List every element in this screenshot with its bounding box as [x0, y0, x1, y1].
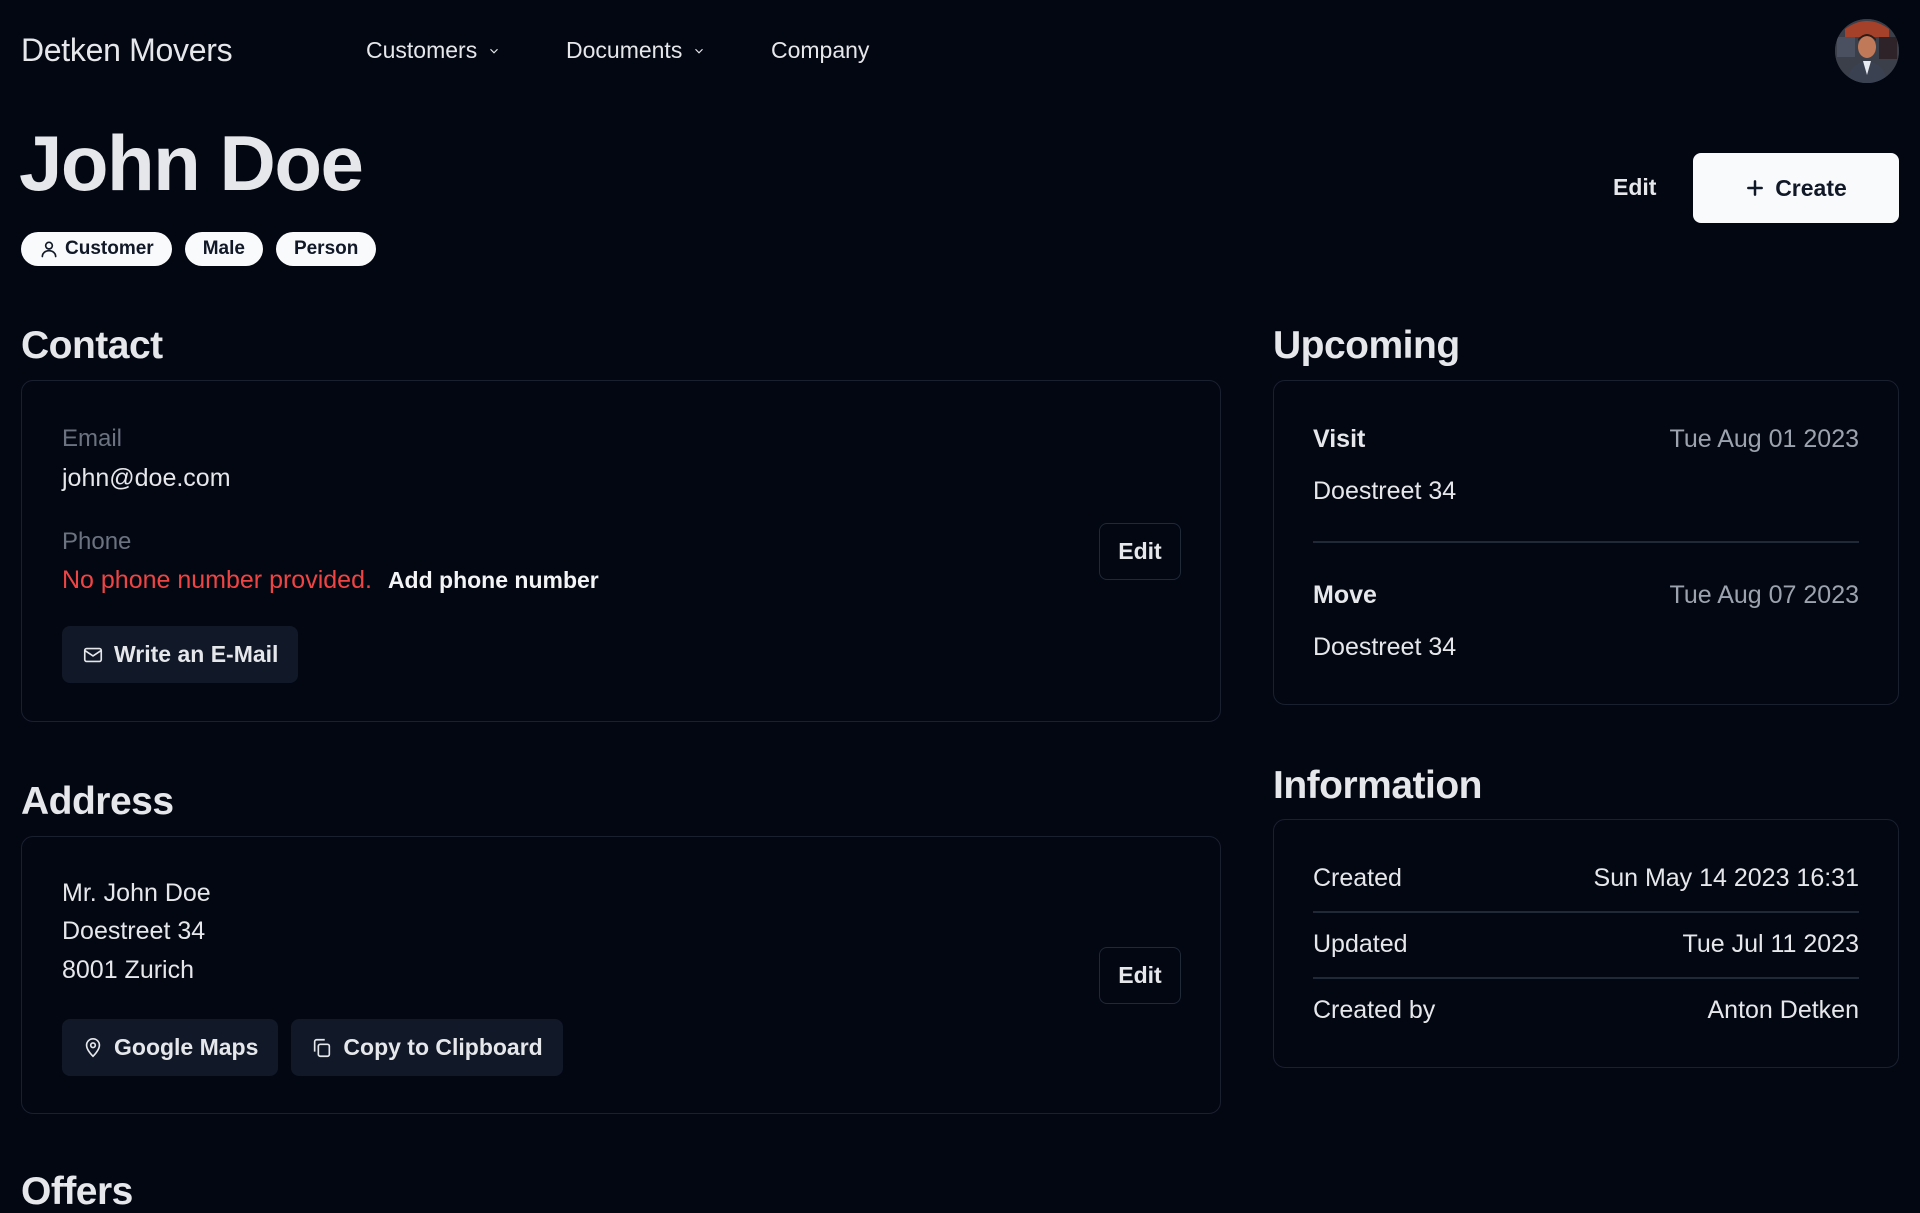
- badge-male: Male: [184, 232, 263, 266]
- address-actions: Google Maps Copy to Clipboard: [62, 1019, 563, 1076]
- edit-contact-button[interactable]: Edit: [1099, 523, 1181, 580]
- address-line-city: 8001 Zurich: [62, 956, 195, 984]
- info-value: Anton Detken: [1707, 996, 1860, 1024]
- info-value: Sun May 14 2023 16:31: [1593, 864, 1859, 892]
- email-label: Email: [62, 425, 123, 452]
- upcoming-date: Tue Aug 07 2023: [1669, 581, 1859, 609]
- info-row-updated: Updated Tue Jul 11 2023: [1313, 930, 1859, 959]
- page-title: John Doe: [19, 119, 364, 207]
- badge-person: Person: [275, 232, 377, 266]
- copy-icon: [314, 1038, 331, 1057]
- address-heading: Address: [21, 780, 174, 823]
- upcoming-address: Doestreet 34: [1313, 633, 1457, 661]
- upcoming-type: Visit: [1313, 425, 1366, 453]
- badge-customer: Customer: [21, 232, 172, 266]
- upcoming-item[interactable]: Move Tue Aug 07 2023: [1313, 581, 1859, 610]
- create-button[interactable]: Create: [1693, 153, 1899, 223]
- avatar[interactable]: [1835, 19, 1899, 83]
- upcoming-heading: Upcoming: [1273, 324, 1460, 367]
- offers-heading: Offers: [21, 1170, 133, 1213]
- avatar-image: [1835, 19, 1899, 83]
- badge-label: Person: [293, 238, 359, 259]
- upcoming-divider: [1313, 541, 1859, 543]
- information-card: Created Sun May 14 2023 16:31 Updated Tu…: [1273, 819, 1899, 1068]
- google-maps-label: Google Maps: [114, 1034, 259, 1060]
- write-email-label: Write an E-Mail: [114, 641, 279, 667]
- plus-icon: [1747, 180, 1764, 196]
- add-phone-link[interactable]: Add phone number: [388, 567, 599, 594]
- nav-documents[interactable]: Documents: [566, 37, 706, 64]
- badge-list: Customer Male Person: [21, 232, 377, 266]
- google-maps-button[interactable]: Google Maps: [62, 1019, 279, 1076]
- upcoming-date: Tue Aug 01 2023: [1669, 425, 1859, 453]
- phone-missing-text: No phone number provided.: [62, 566, 372, 594]
- info-row-created: Created Sun May 14 2023 16:31: [1313, 864, 1859, 893]
- upcoming-type: Move: [1313, 581, 1377, 609]
- address-line-street: Doestreet 34: [62, 917, 206, 945]
- address-line-name: Mr. John Doe: [62, 879, 211, 907]
- badge-label: Customer: [65, 238, 154, 259]
- nav-documents-label: Documents: [566, 37, 683, 63]
- nav-customers-label: Customers: [366, 37, 478, 63]
- address-card: Mr. John Doe Doestreet 34 8001 Zurich Go…: [21, 836, 1221, 1114]
- info-label: Updated: [1313, 930, 1408, 958]
- nav-customers[interactable]: Customers: [366, 37, 501, 64]
- chevron-down-icon: [490, 48, 499, 54]
- map-pin-icon: [85, 1037, 101, 1057]
- copy-clipboard-button[interactable]: Copy to Clipboard: [291, 1019, 563, 1076]
- badge-label: Male: [202, 238, 245, 259]
- info-row-created-by: Created by Anton Detken: [1313, 996, 1859, 1025]
- info-value: Tue Jul 11 2023: [1682, 930, 1859, 958]
- nav-company[interactable]: Company: [771, 37, 869, 64]
- info-label: Created by: [1313, 996, 1436, 1024]
- write-email-button[interactable]: Write an E-Mail: [62, 626, 299, 683]
- upcoming-address: Doestreet 34: [1313, 477, 1457, 505]
- upcoming-item[interactable]: Visit Tue Aug 01 2023: [1313, 425, 1859, 454]
- information-heading: Information: [1273, 764, 1482, 807]
- user-icon: [41, 241, 57, 258]
- email-value[interactable]: john@doe.com: [62, 464, 231, 493]
- mail-icon: [83, 647, 103, 662]
- info-divider: [1313, 911, 1859, 913]
- edit-customer-button[interactable]: Edit: [1613, 174, 1656, 201]
- edit-address-button[interactable]: Edit: [1099, 947, 1181, 1004]
- info-label: Created: [1313, 864, 1402, 892]
- copy-clipboard-label: Copy to Clipboard: [343, 1034, 543, 1060]
- phone-value-row: No phone number provided. Add phone numb…: [62, 566, 599, 595]
- info-divider: [1313, 977, 1859, 979]
- brand-logo[interactable]: Detken Movers: [21, 32, 233, 69]
- contact-heading: Contact: [21, 324, 163, 367]
- nav-company-label: Company: [771, 37, 870, 63]
- phone-label: Phone: [62, 528, 132, 555]
- upcoming-card: Visit Tue Aug 01 2023 Doestreet 34 Move …: [1273, 380, 1899, 705]
- contact-card: Email john@doe.com Phone No phone number…: [21, 380, 1221, 722]
- chevron-down-icon: [695, 48, 704, 54]
- create-button-label: Create: [1775, 174, 1847, 201]
